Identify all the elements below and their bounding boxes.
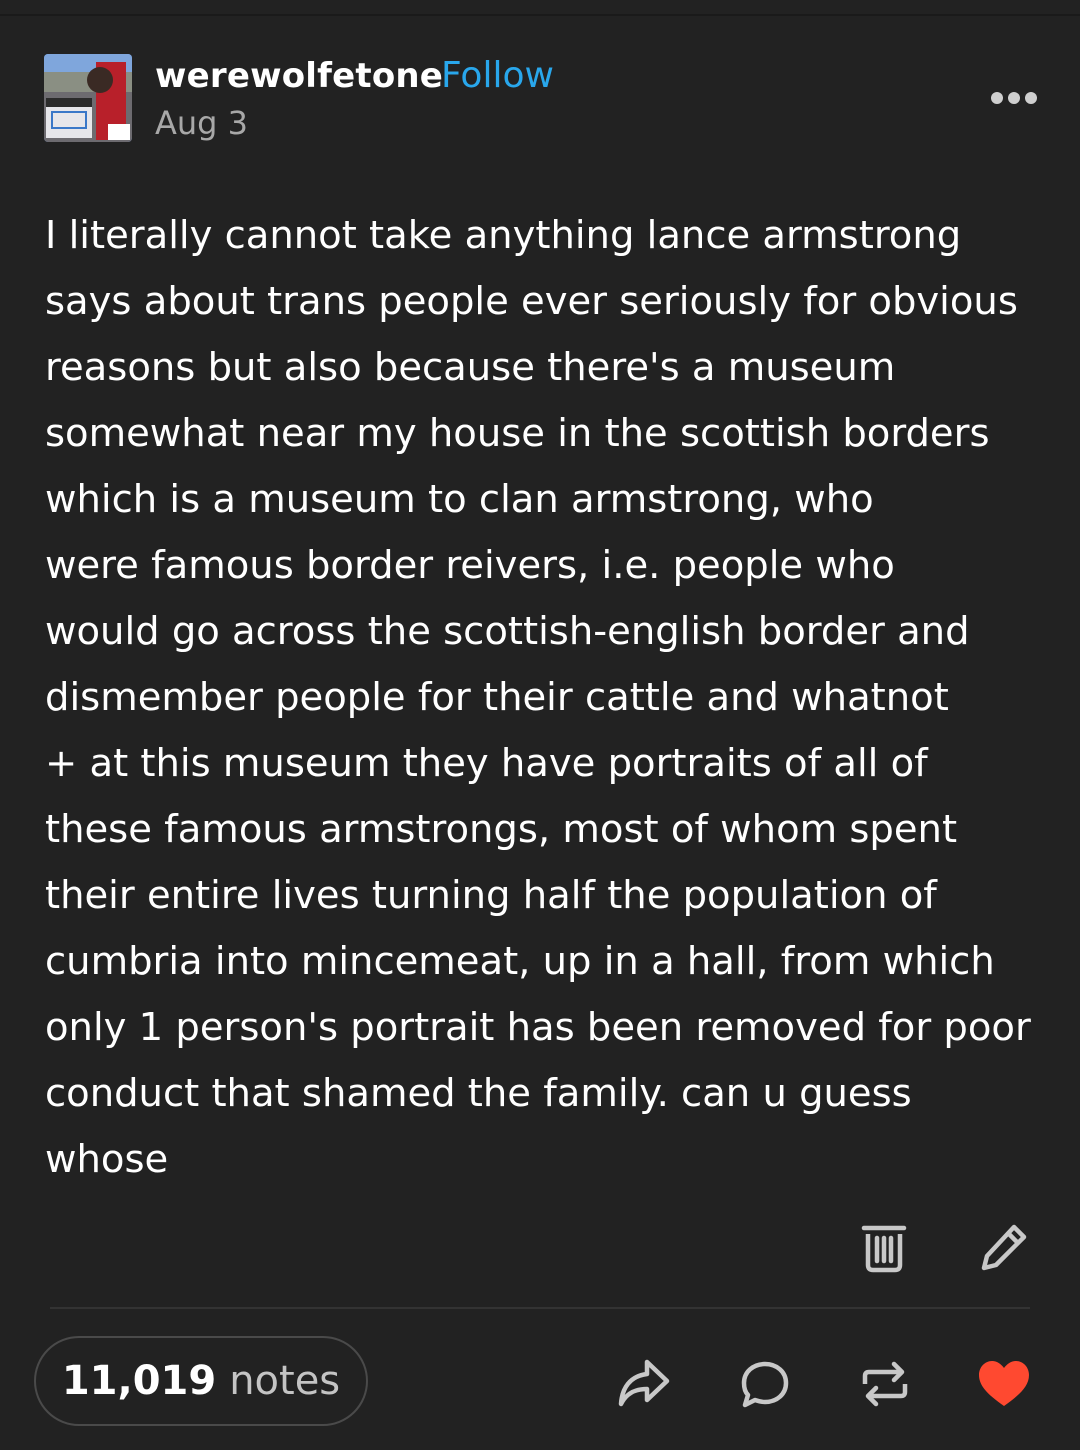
reply-icon <box>741 1361 789 1408</box>
more-options-icon <box>991 92 1037 104</box>
delete-button[interactable] <box>860 1221 908 1275</box>
footer-divider <box>50 1307 1030 1309</box>
username[interactable]: werewolfetone <box>155 56 443 96</box>
heart-icon <box>979 1361 1029 1406</box>
avatar[interactable] <box>44 54 132 142</box>
top-divider <box>0 14 1080 16</box>
follow-button[interactable]: Follow <box>441 55 554 96</box>
edit-button[interactable] <box>978 1221 1030 1273</box>
post-date: Aug 3 <box>155 104 249 142</box>
notes-button[interactable]: 11,019 notes <box>34 1336 368 1426</box>
avatar-image <box>44 54 132 142</box>
share-button[interactable] <box>616 1356 672 1410</box>
notes-count: 11,019 <box>61 1358 217 1404</box>
like-button[interactable] <box>977 1360 1031 1408</box>
more-options-button[interactable] <box>984 80 1044 116</box>
notes-label: notes <box>229 1358 341 1404</box>
reblog-button[interactable] <box>859 1358 911 1410</box>
trash-icon <box>861 1225 907 1273</box>
reblog-icon <box>862 1361 908 1407</box>
reply-button[interactable] <box>739 1359 791 1411</box>
pencil-icon <box>981 1224 1027 1271</box>
post-body: I literally cannot take anything lance a… <box>45 213 1031 1182</box>
share-icon <box>618 1359 670 1407</box>
